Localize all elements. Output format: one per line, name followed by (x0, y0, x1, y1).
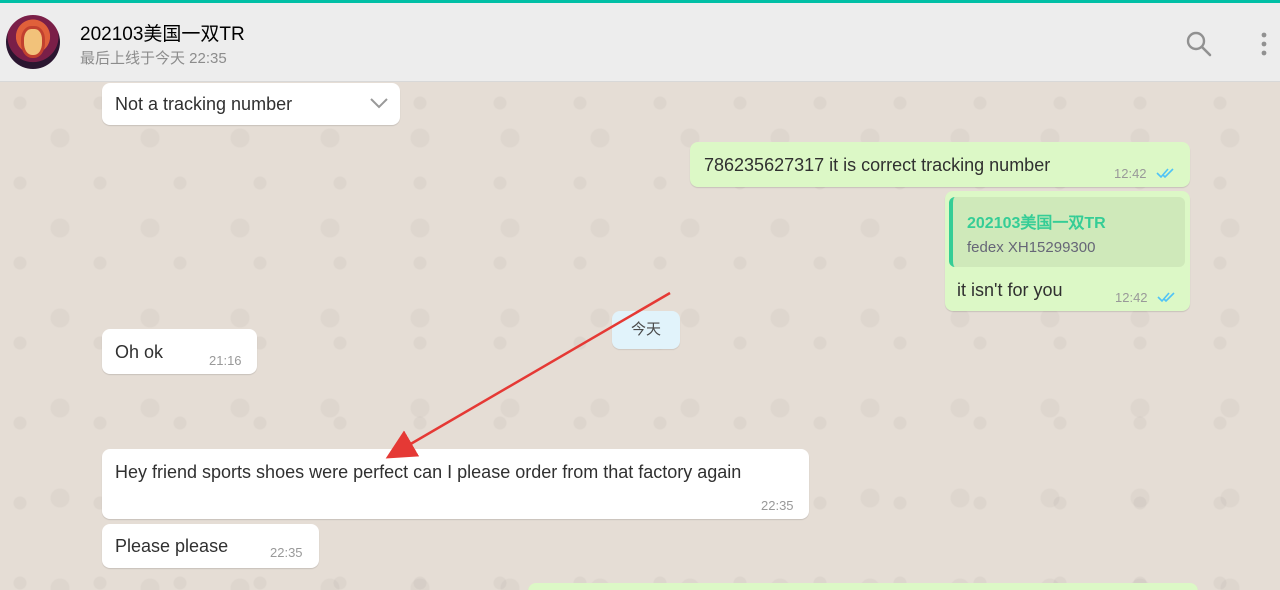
quoted-message[interactable]: 202103美国一双TR fedex XH15299300 (949, 197, 1185, 267)
message-list[interactable]: Not a tracking number 786235627317 it is… (0, 83, 1280, 590)
message-outgoing-partial[interactable] (528, 583, 1198, 590)
message-outgoing[interactable]: 786235627317 it is correct tracking numb… (690, 142, 1190, 187)
message-time: 21:16 (209, 353, 242, 368)
menu-dots-icon (1261, 32, 1267, 56)
message-incoming[interactable]: Please please 22:35 (102, 524, 319, 568)
message-time: 12:42 (1115, 290, 1148, 305)
search-icon (1186, 31, 1212, 57)
message-text: Oh ok (115, 342, 164, 362)
message-time: 12:42 (1114, 166, 1147, 181)
chat-title[interactable]: 202103美国一双TR (80, 19, 245, 46)
message-text: 786235627317 it is correct tracking numb… (704, 155, 1051, 175)
menu-button[interactable] (1254, 29, 1274, 59)
double-check-icon (1157, 292, 1175, 303)
message-text: Not a tracking number (115, 94, 293, 114)
message-outgoing-reply[interactable]: 202103美国一双TR fedex XH15299300 it isn't f… (945, 191, 1190, 311)
date-divider: 今天 (612, 311, 680, 349)
last-seen-status: 最后上线于今天 22:35 (80, 50, 227, 67)
message-text: Please please (115, 536, 229, 556)
double-check-icon (1156, 168, 1174, 179)
message-incoming[interactable]: Hey friend sports shoes were perfect can… (102, 449, 809, 519)
message-incoming[interactable]: Not a tracking number (102, 83, 400, 125)
quoted-author: 202103美国一双TR (967, 215, 1106, 232)
message-time: 22:35 (270, 545, 303, 560)
search-button[interactable] (1184, 29, 1214, 59)
chevron-down-icon[interactable] (368, 96, 390, 110)
message-incoming[interactable]: Oh ok 21:16 (102, 329, 257, 374)
quoted-text: fedex XH15299300 (967, 239, 1096, 256)
message-text: Hey friend sports shoes were perfect can… (115, 462, 742, 482)
avatar[interactable] (6, 15, 60, 69)
message-text: it isn't for you (957, 280, 1063, 300)
message-time: 22:35 (761, 498, 794, 513)
chat-header: 202103美国一双TR 最后上线于今天 22:35 (0, 3, 1280, 82)
